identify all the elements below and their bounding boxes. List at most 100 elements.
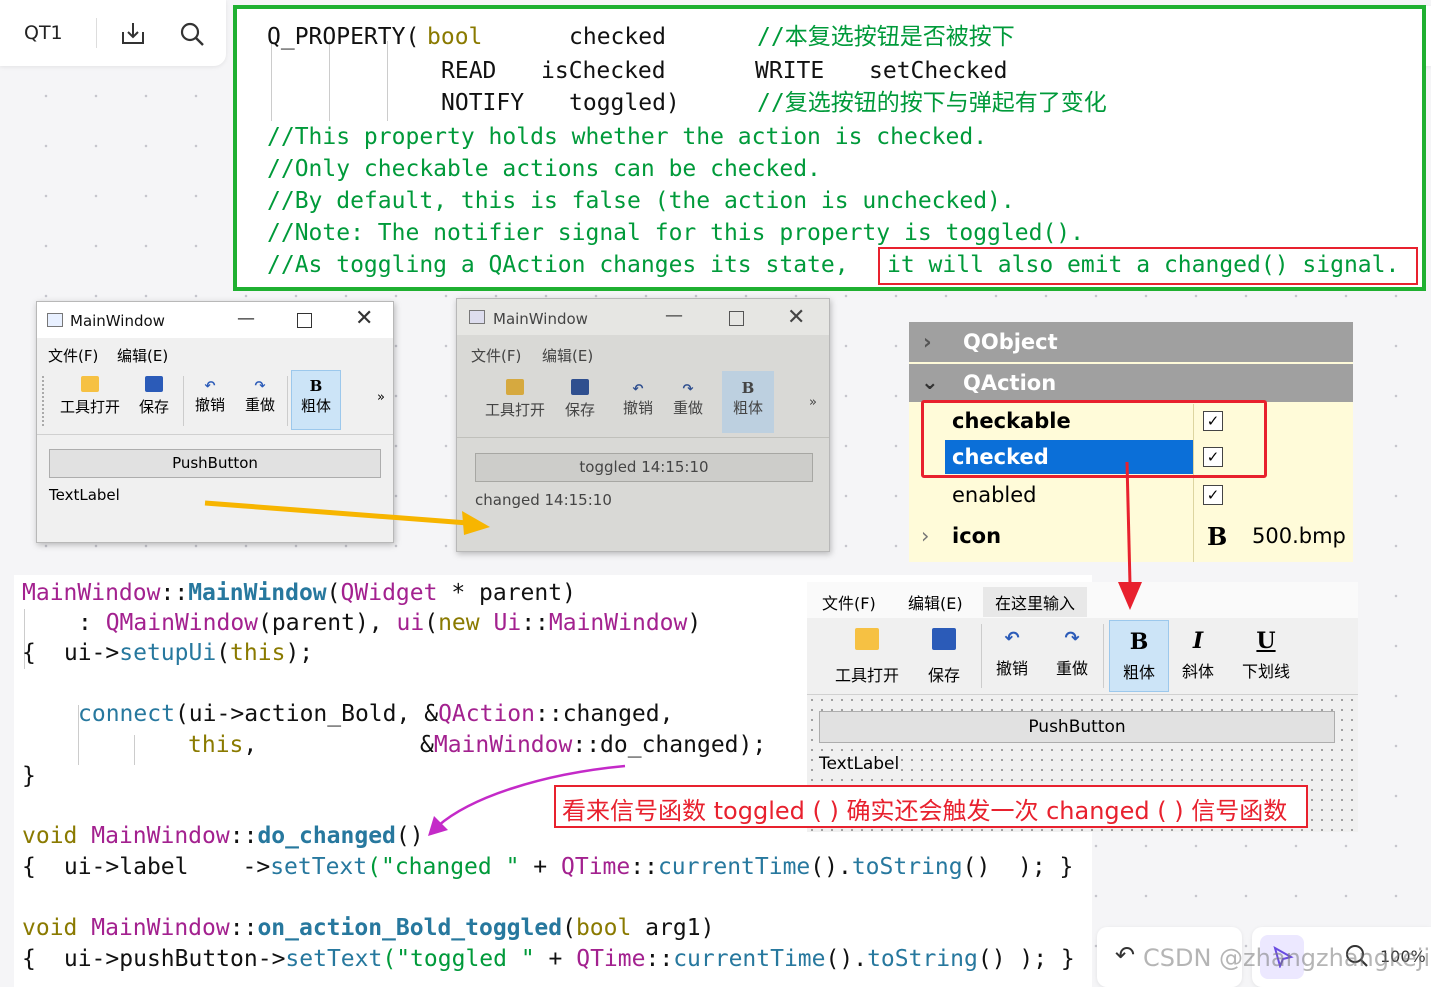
red-arrow — [1118, 461, 1142, 610]
code-line: } — [22, 763, 36, 789]
tool-save[interactable]: 保存 — [133, 376, 175, 417]
menu-file[interactable]: 文件(F) — [471, 345, 521, 366]
code-token: Q_PROPERTY( — [267, 24, 420, 50]
highlight-box — [921, 400, 1267, 478]
menu-edit[interactable]: 编辑(E) — [542, 345, 593, 366]
code-token: toString — [851, 854, 963, 880]
tool-open[interactable]: 工具打开 — [55, 376, 125, 417]
menu-file[interactable]: 文件(F) — [822, 590, 876, 614]
group-qobject[interactable]: › QObject — [909, 322, 1353, 362]
code-token: + — [534, 946, 577, 972]
close-icon[interactable]: ✕ — [787, 305, 805, 330]
code-token: setText — [285, 946, 383, 972]
tool-undo[interactable]: ↶ 撤销 — [189, 376, 231, 415]
code-comment: //By default, this is false (the action … — [267, 188, 1015, 214]
tool-label: 撤销 — [995, 659, 1028, 678]
divider — [96, 18, 97, 48]
italic-icon: I — [1192, 628, 1204, 654]
indent-guide — [134, 735, 136, 765]
push-button[interactable]: PushButton — [819, 711, 1335, 743]
code-token: ::do_changed); — [572, 732, 767, 758]
checkbox-icon[interactable]: ✓ — [1203, 485, 1223, 505]
chevron-right-icon: › — [921, 524, 930, 548]
maximize-icon[interactable] — [729, 311, 744, 326]
menu-file[interactable]: 文件(F) — [48, 345, 98, 366]
menu-edit[interactable]: 编辑(E) — [117, 345, 168, 366]
code-token: setText — [270, 854, 368, 880]
code-token: ui->label — [63, 854, 189, 880]
code-token: WRITE — [755, 58, 825, 84]
push-button[interactable]: PushButton — [49, 449, 381, 478]
undo-icon: ↶ — [204, 379, 216, 394]
code-token: void — [22, 915, 78, 941]
code-token: () — [977, 946, 1006, 972]
code-line: this, — [188, 730, 257, 760]
title-bar: MainWindow — ✕ — [37, 302, 393, 338]
toolbar-handle[interactable] — [42, 376, 47, 426]
group-label: QAction — [963, 371, 1057, 395]
search-icon[interactable] — [178, 20, 206, 48]
code-token: :: — [229, 823, 258, 849]
minimize-icon[interactable]: — — [665, 305, 683, 326]
tool-bold[interactable]: B 粗体 — [722, 371, 774, 433]
tool-open[interactable]: 工具打开 — [477, 379, 553, 420]
group-qaction[interactable]: ⌄ QAction — [909, 364, 1353, 402]
code-line: connect(ui->action_Bold, &QAction::chang… — [78, 699, 673, 729]
tool-undo[interactable]: ↶ 撤销 — [987, 628, 1037, 679]
toolbar: 工具打开 保存 ↶ 撤销 ↷ 重做 B 粗体 » — [457, 369, 829, 438]
code-token: connect — [78, 701, 175, 727]
code-token: ); } — [1005, 946, 1075, 972]
code-token: ) — [687, 610, 702, 636]
undo-icon[interactable]: ↶ — [1115, 941, 1135, 969]
code-token: ui->pushButton-> — [63, 946, 286, 972]
close-icon[interactable]: ✕ — [355, 306, 373, 331]
redo-icon: ↷ — [1064, 628, 1080, 649]
code-token: NOTIFY — [441, 90, 525, 116]
code-token: : — [78, 610, 106, 636]
top-toolbar: QT1 — [0, 0, 226, 66]
code-token: MainWindow — [433, 732, 573, 758]
tool-redo[interactable]: ↷ 重做 — [1047, 628, 1097, 679]
code-token: * — [437, 580, 480, 606]
code-token: MainWindow — [548, 610, 688, 636]
tool-redo[interactable]: ↷ 重做 — [667, 379, 709, 418]
code-token: , — [243, 732, 258, 758]
code-line: {ui->label ->setText("changed " + QTime::… — [22, 852, 1073, 882]
minimize-icon[interactable]: — — [237, 308, 255, 329]
tool-bold[interactable]: B 粗体 — [1109, 620, 1169, 692]
tool-undo[interactable]: ↶ 撤销 — [617, 379, 659, 418]
code-token: on_action_Bold_toggled — [257, 915, 563, 941]
tool-underline[interactable]: U 下划线 — [1233, 628, 1299, 682]
code-line: &MainWindow::do_changed); — [420, 730, 766, 760]
tool-redo[interactable]: ↷ 重做 — [239, 376, 281, 415]
code-token: ::changed, — [535, 701, 674, 727]
download-icon[interactable] — [119, 20, 147, 48]
title-bar: MainWindow — ✕ — [457, 299, 829, 335]
code-comment: //本复选按钮是否被按下 — [757, 24, 1015, 50]
tool-open[interactable]: 工具打开 — [827, 628, 907, 686]
overflow-icon[interactable]: » — [809, 395, 817, 410]
code-token: + — [519, 854, 561, 880]
bold-icon: B — [1207, 522, 1228, 551]
tool-save[interactable]: 保存 — [919, 628, 969, 686]
code-token: MainWindow — [91, 915, 230, 941]
code-line: void MainWindow::on_action_Bold_toggled(… — [22, 913, 714, 943]
code-token: QWidget — [340, 580, 438, 606]
tool-label: 工具打开 — [484, 401, 545, 419]
tool-italic[interactable]: I 斜体 — [1173, 628, 1223, 682]
overflow-icon[interactable]: » — [377, 390, 385, 405]
tool-save[interactable]: 保存 — [559, 379, 601, 420]
menu-type-here[interactable]: 在这里输入 — [983, 587, 1088, 617]
code-token: bool — [427, 24, 483, 50]
separator — [1103, 624, 1104, 688]
separator — [287, 376, 288, 426]
tool-label: 斜体 — [1181, 662, 1214, 681]
tool-bold[interactable]: B 粗体 — [291, 370, 341, 430]
code-token: isChecked — [541, 58, 666, 84]
maximize-icon[interactable] — [297, 313, 312, 328]
menu-edit[interactable]: 编辑(E) — [908, 590, 963, 614]
folder-icon — [506, 379, 524, 395]
push-button[interactable]: toggled 14:15:10 — [475, 453, 813, 482]
code-token: ( — [326, 580, 341, 606]
code-token: & — [420, 732, 434, 758]
